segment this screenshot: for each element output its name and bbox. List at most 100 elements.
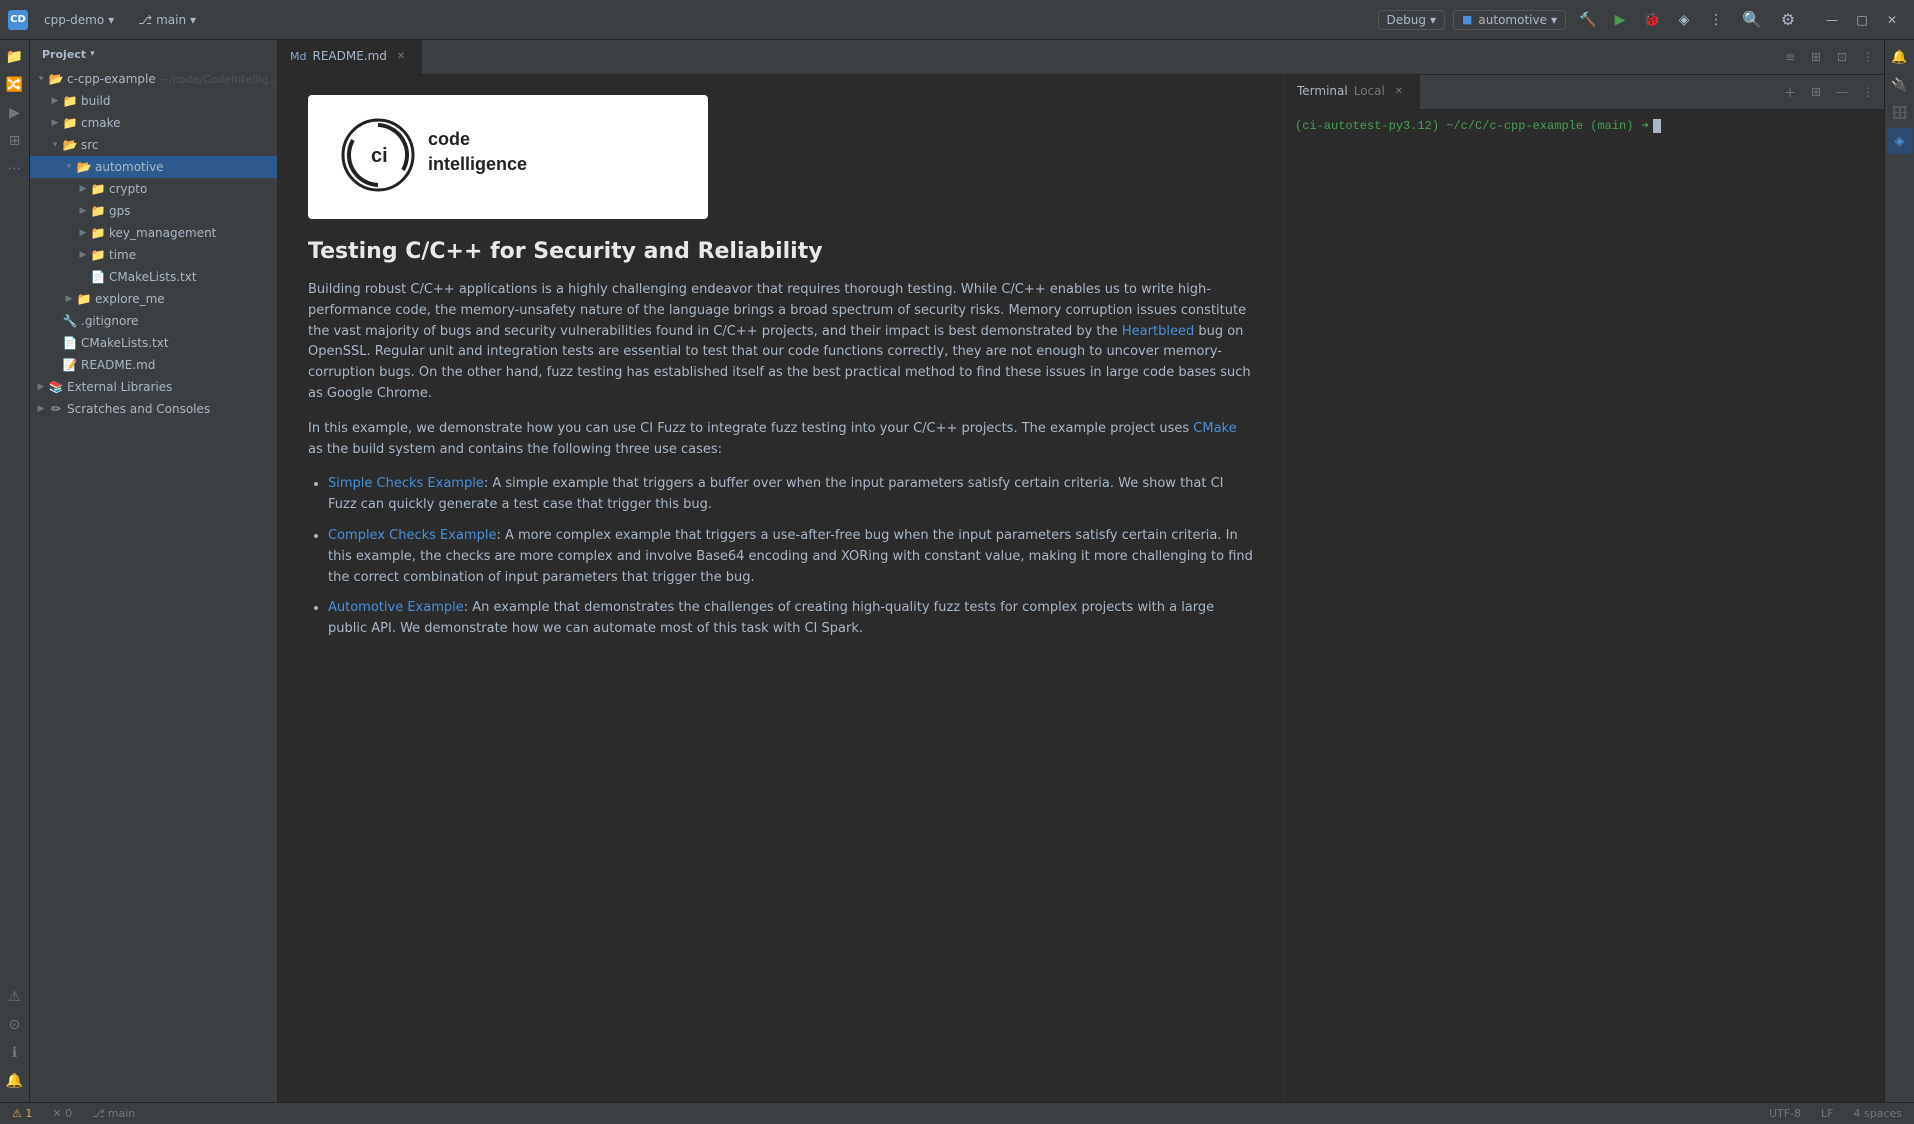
build-button[interactable]: 🔨 xyxy=(1574,6,1602,34)
complex-checks-link[interactable]: Complex Checks Example xyxy=(328,528,496,543)
run-icon-bar[interactable]: ▶ xyxy=(2,100,28,126)
tree-key-management[interactable]: ▶ 📁 key_management xyxy=(30,222,277,244)
branch-chevron: ▾ xyxy=(190,13,196,27)
tab-action-split-h[interactable]: ⊞ xyxy=(1804,45,1828,69)
config-dropdown[interactable]: ■ automotive ▾ xyxy=(1453,10,1566,30)
tree-crypto[interactable]: ▶ 📁 crypto xyxy=(30,178,277,200)
readme-para1: Building robust C/C++ applications is a … xyxy=(308,280,1254,405)
status-indent[interactable]: 4 spaces xyxy=(1850,1103,1907,1124)
automotive-arrow: ▾ xyxy=(62,160,76,174)
root-path: ~/code/CodeIntellig... xyxy=(160,73,277,86)
profile-button[interactable]: ◈ xyxy=(1670,6,1698,34)
status-warn-text: ⚠ 1 xyxy=(12,1107,32,1120)
tree-gitignore[interactable]: ▶ 🔧 .gitignore xyxy=(30,310,277,332)
code-analysis-panel-icon[interactable]: ◈ xyxy=(1887,128,1913,154)
main-layout: 📁 🔀 ▶ ⊞ ⋯ ⚠ ⊙ ℹ 🔔 Project ▾ ▾ 📂 c-cpp-ex… xyxy=(0,40,1914,1102)
branch-icon: ⎇ xyxy=(138,13,152,27)
tree-external-libs[interactable]: ▶ 📚 External Libraries xyxy=(30,376,277,398)
structure-icon[interactable]: ⊞ xyxy=(2,128,28,154)
close-button[interactable]: ✕ xyxy=(1878,6,1906,34)
svg-text:ci: ci xyxy=(371,145,388,167)
vcs-icon[interactable]: 🔀 xyxy=(2,72,28,98)
terminal-cursor xyxy=(1653,119,1661,133)
automotive-folder-icon: 📂 xyxy=(76,159,92,175)
more-run-button[interactable]: ⋮ xyxy=(1702,6,1730,34)
terminal-split-button[interactable]: ⊞ xyxy=(1804,80,1828,104)
tab-readme[interactable]: Md README.md ✕ xyxy=(278,40,422,74)
time-folder-icon: 📁 xyxy=(90,247,106,263)
iconbar-bottom: ⚠ ⊙ ℹ 🔔 xyxy=(2,980,28,1098)
debug-dropdown[interactable]: Debug ▾ xyxy=(1378,10,1446,30)
terminal-content[interactable]: (ci-autotest-py3.12) ~/c/C/c-cpp-example… xyxy=(1285,110,1884,1102)
simple-checks-link[interactable]: Simple Checks Example xyxy=(328,476,484,491)
plugins-panel-icon[interactable]: 🔌 xyxy=(1887,72,1913,98)
status-encoding[interactable]: UTF-8 xyxy=(1765,1103,1805,1124)
terminal-minimize-button[interactable]: — xyxy=(1830,80,1854,104)
heartbleed-link[interactable]: Heartbleed xyxy=(1122,324,1194,339)
right-panel: 🔔 🔌 🗄 ◈ xyxy=(1884,40,1914,1102)
debug-chevron: ▾ xyxy=(1430,13,1436,27)
crypto-folder-icon: 📁 xyxy=(90,181,106,197)
terminal-tab-close[interactable]: ✕ xyxy=(1391,83,1407,99)
tree-explore-me[interactable]: ▶ 📁 explore_me xyxy=(30,288,277,310)
ext-libs-arrow: ▶ xyxy=(34,380,48,394)
minimize-button[interactable]: — xyxy=(1818,6,1846,34)
tab-action-list[interactable]: ≡ xyxy=(1778,45,1802,69)
terminal-icon[interactable]: ⊙ xyxy=(2,1012,28,1038)
time-label: time xyxy=(109,248,136,262)
search-button[interactable]: 🔍 xyxy=(1738,6,1766,34)
tab-readme-close[interactable]: ✕ xyxy=(393,48,409,64)
info-icon[interactable]: ℹ xyxy=(2,1040,28,1066)
cmake-link[interactable]: CMake xyxy=(1193,421,1236,436)
settings-button[interactable]: ⚙ xyxy=(1774,6,1802,34)
terminal-tab[interactable]: Terminal Local ✕ xyxy=(1285,75,1420,109)
notifications-icon[interactable]: 🔔 xyxy=(2,1068,28,1094)
cmake-root-label: CMakeLists.txt xyxy=(81,336,169,350)
tree-cmake-folder[interactable]: ▶ 📁 cmake xyxy=(30,112,277,134)
scratches-arrow: ▶ xyxy=(34,402,48,416)
key-mgmt-folder-icon: 📁 xyxy=(90,225,106,241)
problems-icon[interactable]: ⚠ xyxy=(2,984,28,1010)
run-button[interactable]: ▶ xyxy=(1606,6,1634,34)
gps-label: gps xyxy=(109,204,131,218)
tree-gps[interactable]: ▶ 📁 gps xyxy=(30,200,277,222)
scratches-label: Scratches and Consoles xyxy=(67,402,210,416)
notifications-panel-icon[interactable]: 🔔 xyxy=(1887,44,1913,70)
tree-src[interactable]: ▾ 📂 src xyxy=(30,134,277,156)
db-panel-icon[interactable]: 🗄 xyxy=(1887,100,1913,126)
config-icon: ■ xyxy=(1462,13,1472,26)
status-line-sep-label: LF xyxy=(1821,1107,1833,1120)
tab-action-more[interactable]: ⋮ xyxy=(1856,45,1880,69)
automotive-link[interactable]: Automotive Example xyxy=(328,600,464,615)
branch-dropdown[interactable]: ⎇ main ▾ xyxy=(130,11,204,29)
status-branch[interactable]: ⎇ main xyxy=(88,1103,139,1124)
tree-cmake-automotive[interactable]: ▶ 📄 CMakeLists.txt xyxy=(30,266,277,288)
editor-content[interactable]: ci code intelligence Testing C/C++ for S… xyxy=(278,75,1284,1102)
project-icon[interactable]: 📁 xyxy=(2,44,28,70)
debug-run-button[interactable]: 🐞 xyxy=(1638,6,1666,34)
status-branch-name: main xyxy=(108,1107,135,1120)
tree-scratches[interactable]: ▶ ✏ Scratches and Consoles xyxy=(30,398,277,420)
status-warnings[interactable]: ⚠ 1 xyxy=(8,1103,36,1124)
tab-action-split-v[interactable]: ⊡ xyxy=(1830,45,1854,69)
terminal-tab-type: Local xyxy=(1354,84,1385,98)
terminal-more-button[interactable]: ⋮ xyxy=(1856,80,1880,104)
project-header[interactable]: Project ▾ xyxy=(30,40,277,68)
tab-bar: Md README.md ✕ ≡ ⊞ ⊡ ⋮ xyxy=(278,40,1884,75)
tree-automotive[interactable]: ▾ 📂 automotive xyxy=(30,156,277,178)
project-header-chevron: ▾ xyxy=(90,49,95,59)
build-label: build xyxy=(81,94,111,108)
new-terminal-button[interactable]: ＋ xyxy=(1778,80,1802,104)
tree-build[interactable]: ▶ 📁 build xyxy=(30,90,277,112)
tree-cmake-root[interactable]: ▶ 📄 CMakeLists.txt xyxy=(30,332,277,354)
status-errors[interactable]: ✕ 0 xyxy=(48,1103,76,1124)
tree-readme[interactable]: ▶ 📝 README.md xyxy=(30,354,277,376)
tab-readme-label: README.md xyxy=(312,49,386,63)
project-dropdown[interactable]: cpp-demo ▾ xyxy=(36,11,122,29)
maximize-button[interactable]: □ xyxy=(1848,6,1876,34)
tree-time[interactable]: ▶ 📁 time xyxy=(30,244,277,266)
status-line-sep[interactable]: LF xyxy=(1817,1103,1837,1124)
cmake-auto-label: CMakeLists.txt xyxy=(109,270,197,284)
tree-root[interactable]: ▾ 📂 c-cpp-example ~/code/CodeIntellig... xyxy=(30,68,277,90)
more-tools-icon[interactable]: ⋯ xyxy=(2,156,28,182)
